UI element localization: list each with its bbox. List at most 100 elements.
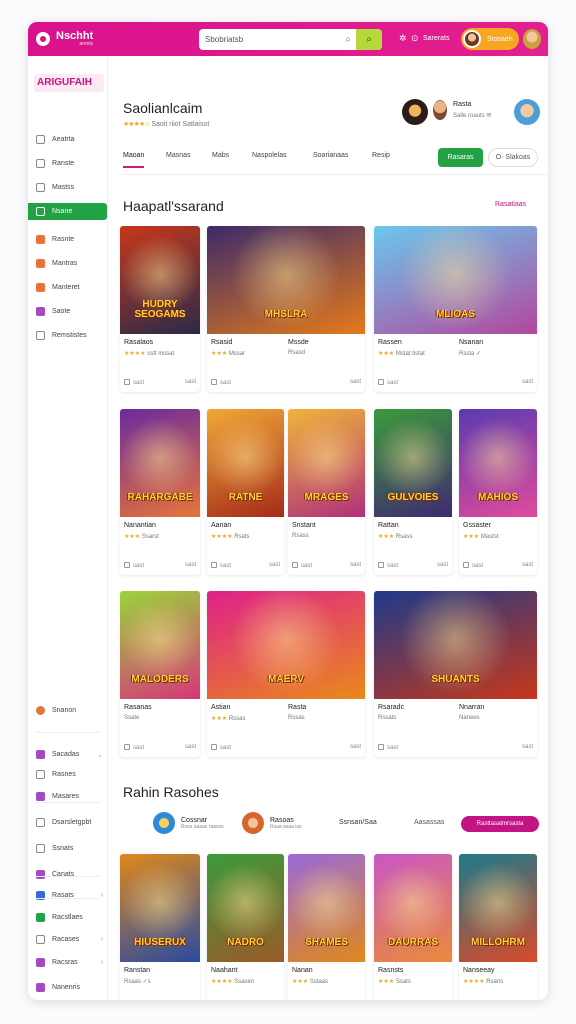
sidebar-lower-item-9[interactable]: Racstlaes	[28, 909, 108, 926]
game-card[interactable]: GULVOIES Rattan ★★★ Rsass sast sast	[374, 409, 452, 575]
game-title[interactable]: Mssde	[288, 339, 309, 346]
game-thumbnail[interactable]: RAHARGABE	[120, 409, 200, 517]
game-card[interactable]: MILLOHRMNanseeay★★★★ Rsanssastsast	[459, 854, 537, 1000]
game-thumbnail[interactable]: MALODERS	[120, 591, 200, 699]
sidebar-item-1[interactable]: Aeatrta	[28, 131, 108, 148]
notification-icon[interactable]: ⊙	[411, 33, 419, 44]
game-thumbnail[interactable]: MLIOAS	[374, 226, 537, 334]
game-card[interactable]: HIUSERUXRanstan Rsaas ✓ssastsast	[120, 854, 200, 1000]
sidebar-lower-item-11[interactable]: Racsras ›	[28, 954, 108, 971]
logo-icon[interactable]	[36, 32, 50, 46]
checkbox-icon[interactable]	[378, 744, 384, 750]
game-title[interactable]: Nanantian	[124, 522, 156, 529]
game-card[interactable]: HUDRY SEOGAMS Rasalaos ★★★★ sstt mssat sast…	[120, 226, 200, 392]
sidebar-item-7[interactable]: Manteret	[28, 279, 108, 296]
sidebar-lower-item-6[interactable]: Ssnats	[28, 840, 108, 857]
game-title[interactable]: Rattan	[378, 522, 399, 529]
game-thumbnail[interactable]: NADRO	[207, 854, 284, 962]
tab-6[interactable]: Resip	[372, 152, 390, 159]
profile-avatar-2[interactable]	[433, 100, 447, 120]
filter-label-2[interactable]: Aasassas	[414, 819, 444, 826]
checkbox-icon[interactable]	[378, 562, 384, 568]
game-title[interactable]: Aanan	[211, 522, 231, 529]
game-title[interactable]: Rasanas	[124, 704, 152, 711]
game-thumbnail[interactable]: SHAMES	[288, 854, 365, 962]
game-thumbnail[interactable]: MAHIOS	[459, 409, 537, 517]
game-card[interactable]: SHAMESNanan★★★ Sstaassastsast	[288, 854, 365, 1000]
tab-4[interactable]: Naspolelas	[252, 152, 287, 159]
primary-button[interactable]: Rasaras	[438, 148, 483, 167]
game-title[interactable]: Rsaradc	[378, 704, 404, 711]
sidebar-item-3[interactable]: Mastss	[28, 179, 108, 196]
game-title[interactable]: Rassen	[378, 339, 402, 346]
game-thumbnail[interactable]: HUDRY SEOGAMS	[120, 226, 200, 334]
sidebar-item-5[interactable]: Rasnte	[28, 231, 108, 248]
game-thumbnail[interactable]: MRAGES	[288, 409, 365, 517]
game-title[interactable]: Nsanan	[459, 339, 483, 346]
checkbox-icon[interactable]	[211, 744, 217, 750]
game-thumbnail[interactable]: SHUANTS	[374, 591, 537, 699]
game-card[interactable]: DAURRASRasnsts★★★ Ssatssastsast	[374, 854, 452, 1000]
channel-2[interactable]: Rasoas Rsaa asaa ias	[242, 812, 302, 834]
checkbox-icon[interactable]	[124, 744, 130, 750]
sidebar-lower-item-7[interactable]: Canats	[28, 866, 108, 883]
checkbox-icon[interactable]	[211, 379, 217, 385]
checkbox-icon[interactable]	[211, 562, 217, 568]
tab-3[interactable]: Mabs	[212, 152, 229, 159]
game-title[interactable]: Nanan	[292, 967, 313, 974]
game-title[interactable]: Rasta	[288, 704, 306, 711]
checkbox-icon[interactable]	[292, 562, 298, 568]
profile-avatar-3[interactable]	[514, 99, 540, 125]
search-button[interactable]: ⌕	[356, 29, 382, 50]
brand-name[interactable]: Nschht arenty	[56, 31, 93, 47]
game-title[interactable]: Rsasid	[211, 339, 232, 346]
game-title[interactable]: Rasnsts	[378, 967, 403, 974]
sidebar-lower-item-2[interactable]: Sacadas ⌄	[28, 746, 108, 763]
sidebar-item-6[interactable]: Mantras	[28, 255, 108, 272]
game-title[interactable]: Gssaster	[463, 522, 491, 529]
sidebar-lower-item-1[interactable]: Snanon	[28, 702, 108, 719]
game-thumbnail[interactable]: MHSLRA	[207, 226, 365, 334]
game-card[interactable]: MAERV Astian ★★★ Rssas sast sast	[207, 591, 365, 757]
tab-1[interactable]: Maoan	[123, 152, 145, 168]
sidebar-item-4[interactable]: Nsane	[28, 203, 107, 220]
see-all-link[interactable]: Rasatiaas	[495, 201, 526, 208]
game-title[interactable]: Nnarran	[459, 704, 484, 711]
game-thumbnail[interactable]: MAERV	[207, 591, 365, 699]
profile-avatar-1[interactable]	[402, 99, 428, 125]
sidebar-lower-item-12[interactable]: Nanenris	[28, 979, 108, 996]
tab-5[interactable]: Soarianaas	[313, 152, 348, 159]
sidebar-item-8[interactable]: Saote	[28, 303, 108, 320]
channel-1[interactable]: Cossnar Rsso aaaas raasss	[153, 812, 224, 834]
sidebar-lower-item-8[interactable]: Rasats ›	[28, 887, 108, 904]
filter-label-1[interactable]: Ssnsan/Saa	[339, 819, 377, 826]
tab-2[interactable]: Masnas	[166, 152, 191, 159]
game-card[interactable]: RATNE Aanan ★★★★ Rsats sast sast	[207, 409, 284, 575]
checkbox-icon[interactable]	[378, 379, 384, 385]
notify-label[interactable]: Sarerats	[423, 35, 449, 42]
game-title[interactable]: Snstant	[292, 522, 316, 529]
game-thumbnail[interactable]: RATNE	[207, 409, 284, 517]
game-card[interactable]: MALODERS Rasanas Ssate sast sast	[120, 591, 200, 757]
sidebar-lower-item-10[interactable]: Racases ›	[28, 931, 108, 948]
user-menu-button[interactable]: Stosaeh	[461, 28, 519, 50]
sidebar-item-2[interactable]: Ranste	[28, 155, 108, 172]
game-card[interactable]: MRAGES Snstant Rsass sast sast	[288, 409, 365, 575]
game-thumbnail[interactable]: GULVOIES	[374, 409, 452, 517]
secondary-button[interactable]: O· Slakoas	[488, 148, 538, 167]
game-card[interactable]: MLIOAS Rassen ★★★ Mstat tistat sast sast	[374, 226, 537, 392]
game-title[interactable]: Rasalaos	[124, 339, 153, 346]
checkbox-icon[interactable]	[463, 562, 469, 568]
game-card[interactable]: NADRONaahant★★★★ Ssasensastsast	[207, 854, 284, 1000]
game-title[interactable]: Ranstan	[124, 967, 150, 974]
sidebar-item-9[interactable]: Remstistes	[28, 327, 108, 344]
game-card[interactable]: MHSLRA Rsasid ★★★ Mssar sast sast	[207, 226, 365, 392]
game-title[interactable]: Astian	[211, 704, 230, 711]
game-title[interactable]: Nanseeay	[463, 967, 495, 974]
gear-icon[interactable]: ✲	[399, 33, 407, 44]
profile-avatar[interactable]	[523, 29, 541, 49]
game-thumbnail[interactable]: MILLOHRM	[459, 854, 537, 962]
search-input[interactable]	[205, 35, 335, 44]
game-card[interactable]: RAHARGABE Nanantian ★★★ Ssarst sast sast	[120, 409, 200, 575]
game-title[interactable]: Naahant	[211, 967, 237, 974]
